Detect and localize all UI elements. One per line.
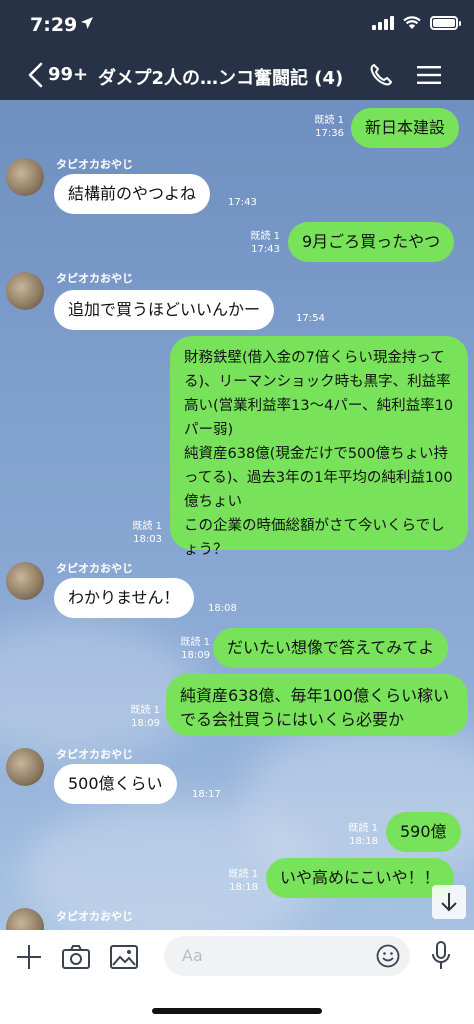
read-receipt: 既読 1 <box>250 231 280 242</box>
message-time: 17:36 <box>315 128 344 139</box>
message-time: 17:43 <box>228 197 257 208</box>
message-time: 17:54 <box>296 313 325 324</box>
battery-icon <box>430 16 461 30</box>
message-time: 18:08 <box>208 603 237 614</box>
outgoing-message-bubble[interactable]: 590億 <box>386 812 461 852</box>
incoming-message-bubble[interactable]: わかりません！ <box>54 578 194 618</box>
message-time: 18:09 <box>131 718 160 729</box>
back-chevron-icon[interactable] <box>26 62 44 88</box>
message-meta: 既読 1 17:36 <box>300 114 344 140</box>
avatar[interactable] <box>6 272 44 310</box>
outgoing-message-bubble[interactable]: 純資産638億、毎年100億くらい稼いでる会社買うにはいくら必要か <box>166 674 468 736</box>
status-indicators <box>372 16 461 30</box>
microphone-icon[interactable] <box>431 941 451 971</box>
emoji-icon[interactable] <box>376 944 400 968</box>
message-time: 18:09 <box>181 650 210 661</box>
avatar[interactable] <box>6 562 44 600</box>
top-bar: 7:29 99+ ダメプ2人の…ンコ奮闘記 (4) <box>0 0 474 100</box>
message-time: 18:18 <box>349 836 378 847</box>
message-meta: 既読 1 18:18 <box>214 868 258 894</box>
chat-area[interactable]: 既読 1 17:36 新日本建設 タピオカおやじ 結構前のやつよね 17:43 … <box>0 100 474 930</box>
message-meta: 既読 1 18:18 <box>334 822 378 848</box>
sender-name: タピオカおやじ <box>56 562 133 575</box>
message-input-placeholder: Aa <box>182 946 203 965</box>
menu-icon[interactable] <box>417 66 441 84</box>
incoming-message-bubble[interactable]: 結構前のやつよね <box>54 174 211 214</box>
plus-icon[interactable] <box>16 944 42 970</box>
wifi-icon <box>403 16 421 29</box>
chat-title[interactable]: ダメプ2人の…ンコ奮闘記 (4) <box>98 64 343 90</box>
status-time: 7:29 <box>30 14 78 36</box>
sender-name: タピオカおやじ <box>56 910 133 923</box>
sender-name: タピオカおやじ <box>56 158 133 171</box>
phone-icon[interactable] <box>368 62 394 88</box>
read-receipt: 既読 1 <box>314 115 344 126</box>
incoming-message-bubble[interactable]: 500億くらい <box>54 764 177 804</box>
incoming-message-bubble[interactable]: 追加で買うほどいいんかー <box>54 290 275 330</box>
message-time: 18:17 <box>192 789 221 800</box>
read-receipt: 既読 1 <box>180 637 210 648</box>
message-time: 18:18 <box>229 882 258 893</box>
message-meta: 既読 1 18:03 <box>118 520 162 546</box>
message-time: 17:43 <box>251 244 280 255</box>
read-receipt: 既読 1 <box>228 869 258 880</box>
message-meta: 既読 1 18:09 <box>116 704 160 730</box>
unread-count[interactable]: 99+ <box>48 64 88 85</box>
home-indicator <box>152 1008 322 1014</box>
sender-name: タピオカおやじ <box>56 272 133 285</box>
message-meta: 既読 1 17:43 <box>236 230 280 256</box>
arrow-down-icon <box>441 893 457 912</box>
read-receipt: 既読 1 <box>348 823 378 834</box>
outgoing-message-bubble[interactable]: だいたい想像で答えてみてよ <box>213 628 449 668</box>
cellular-signal-icon <box>372 16 394 30</box>
outgoing-message-bubble[interactable]: 9月ごろ買ったやつ <box>288 222 455 262</box>
outgoing-message-bubble[interactable]: 財務鉄壁(借入金の7倍くらい現金持ってる)、リーマンショック時も黒字、利益率高い… <box>170 336 468 558</box>
message-meta: 既読 1 18:09 <box>166 636 210 662</box>
message-time: 18:03 <box>133 534 162 545</box>
avatar[interactable] <box>6 748 44 786</box>
outgoing-message-bubble[interactable]: いや高めにこいや！！ <box>266 858 454 898</box>
camera-icon[interactable] <box>62 944 90 970</box>
image-icon[interactable] <box>110 944 138 970</box>
sender-name: タピオカおやじ <box>56 748 133 761</box>
read-receipt: 既読 1 <box>130 705 160 716</box>
scroll-to-bottom-button[interactable] <box>432 885 466 919</box>
location-arrow-icon <box>81 17 93 29</box>
read-receipt: 既読 1 <box>132 521 162 532</box>
outgoing-message-bubble[interactable]: 新日本建設 <box>351 108 460 148</box>
avatar[interactable] <box>6 158 44 196</box>
